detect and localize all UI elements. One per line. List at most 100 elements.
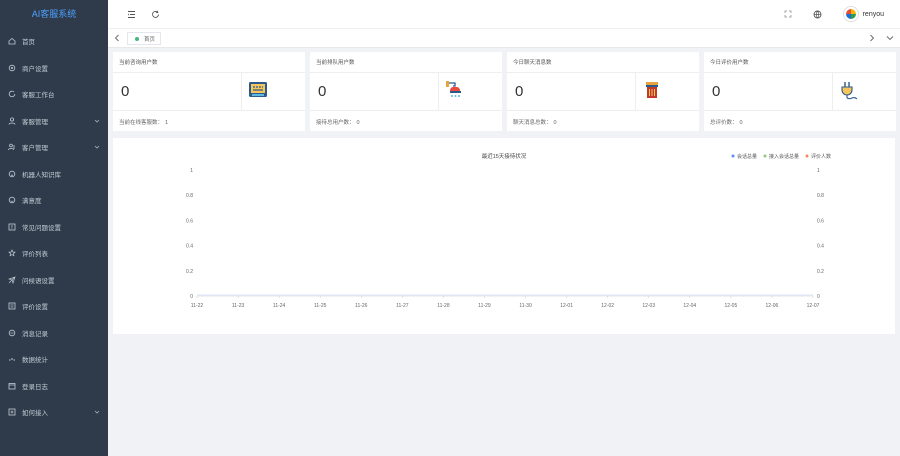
- sidebar-item-label: 评价列表: [22, 251, 48, 259]
- stat-title: 当前排队用户数: [316, 60, 355, 66]
- list-icon: [8, 302, 16, 310]
- x-tick-label: 12-02: [601, 303, 614, 309]
- stat-value: 0: [318, 83, 327, 100]
- message-icon: [8, 329, 16, 337]
- group-icon: [8, 143, 16, 151]
- refresh-icon[interactable]: [150, 9, 160, 19]
- x-tick-label: 11-29: [478, 303, 491, 309]
- x-tick-label: 11-30: [519, 303, 532, 309]
- stat-footer-value: 0: [739, 120, 743, 126]
- sidebar-item-9[interactable]: 问候语设置: [0, 267, 108, 294]
- stat-footer: 聊天消息总数： 0: [513, 118, 557, 126]
- home-icon: [8, 37, 16, 45]
- stat-footer-label: 聊天消息总数：: [513, 120, 552, 126]
- legend-label: 会话总量: [737, 153, 757, 160]
- legend-marker: [805, 154, 809, 158]
- sidebar-item-label: 客服管理: [22, 118, 48, 126]
- globe-icon[interactable]: [812, 9, 822, 19]
- sidebar-item-4[interactable]: 客户管理: [0, 134, 108, 161]
- watering-icon: [444, 79, 466, 101]
- stat-footer-value: 0: [356, 120, 360, 126]
- chart-icon: [8, 355, 16, 363]
- reception-line-chart: 最近15天接待状况 会话总量 接入会话总量 评价人数 0 0 0.2 0.2 0.4 0.4 0.6…: [186, 152, 831, 309]
- stat-footer: 接待总用户数： 0: [316, 118, 360, 126]
- stat-footer-label: 总评价数：: [710, 120, 738, 126]
- stat-title: 今日聊天消息数: [513, 60, 552, 66]
- refresh-icon: [8, 90, 16, 98]
- divider: [704, 110, 896, 111]
- y-tick-label-left: 0.6: [186, 218, 193, 224]
- tab-home[interactable]: 首页: [127, 32, 161, 45]
- stat-footer-label: 当前在线客服数：: [119, 120, 164, 126]
- sidebar-item-label: 常见问题设置: [22, 224, 61, 232]
- app-logo[interactable]: AI客服系统: [0, 0, 108, 28]
- sidebar-item-label: 机器人知识库: [22, 171, 61, 179]
- active-dot-icon: [135, 36, 139, 41]
- divider: [438, 73, 439, 110]
- star-icon: [8, 249, 16, 257]
- username: renyou: [862, 10, 884, 18]
- sidebar-item-10[interactable]: 评价设置: [0, 293, 108, 320]
- user-icon: [8, 117, 16, 125]
- plug-icon: [838, 79, 860, 101]
- menu-fold-icon[interactable]: [126, 9, 136, 19]
- legend-label: 评价人数: [811, 153, 831, 160]
- sidebar-item-11[interactable]: 消息记录: [0, 320, 108, 347]
- sidebar-item-3[interactable]: 客服管理: [0, 108, 108, 135]
- sidebar-item-label: 登录日志: [22, 383, 48, 391]
- sidebar-item-13[interactable]: 登录日志: [0, 373, 108, 400]
- sidebar-item-7[interactable]: 常见问题设置: [0, 214, 108, 241]
- divider: [113, 110, 305, 111]
- fullscreen-icon[interactable]: [783, 9, 793, 19]
- sidebar: AI客服系统 首页 商户设置 客服工作台客服管理客户管理机器人知识库 满意度常见问题设…: [0, 0, 108, 456]
- legend-label: 接入会话总量: [769, 153, 799, 160]
- sidebar-item-5[interactable]: 机器人知识库: [0, 161, 108, 188]
- y-tick-label-left: 0.8: [186, 193, 193, 199]
- x-tick-label: 11-28: [437, 303, 450, 309]
- chevron-down-icon: [94, 119, 100, 123]
- y-tick-label-right: 1: [817, 168, 820, 174]
- tab-dropdown-icon[interactable]: [886, 35, 894, 43]
- sidebar-item-8[interactable]: 评价列表: [0, 240, 108, 267]
- divider: [635, 73, 636, 110]
- y-tick-label-left: 0: [190, 294, 193, 300]
- sidebar-item-label: 满意度: [22, 198, 42, 206]
- tab-scroll-left-icon[interactable]: [114, 34, 120, 44]
- chat-bubble-icon: [247, 79, 269, 101]
- stat-title: 当前咨询用户数: [119, 60, 158, 66]
- x-tick-label: 12-03: [642, 303, 655, 309]
- x-tick-label: 11-26: [355, 303, 368, 309]
- x-tick-label: 12-06: [766, 303, 779, 309]
- sidebar-item-6[interactable]: 满意度: [0, 187, 108, 214]
- x-tick-label: 11-25: [314, 303, 327, 309]
- sidebar-item-2[interactable]: 客服工作台: [0, 81, 108, 108]
- stat-footer-value: 1: [165, 120, 169, 126]
- stat-footer-value: 0: [553, 120, 557, 126]
- x-tick-label: 12-07: [807, 303, 820, 309]
- divider: [507, 72, 699, 73]
- stat-value: 0: [121, 83, 130, 100]
- chart-title: 最近15天接待状况: [482, 152, 527, 160]
- smile-icon: [8, 196, 16, 204]
- sidebar-item-12[interactable]: 数据统计: [0, 346, 108, 373]
- stat-value: 0: [515, 83, 524, 100]
- stat-card-queue: 当前排队用户数 0 接待总用户数： 0: [310, 52, 502, 131]
- sidebar-item-0[interactable]: 首页: [0, 28, 108, 55]
- divider: [310, 110, 502, 111]
- sidebar-item-14[interactable]: 如何接入: [0, 399, 108, 426]
- user-menu[interactable]: renyou: [843, 7, 884, 21]
- stat-card-evaluations: 今日评价用户数 0 总评价数： 0: [704, 52, 896, 131]
- legend-marker: [731, 154, 735, 158]
- y-tick-label-right: 0.2: [817, 269, 824, 275]
- sidebar-item-label: 如何接入: [22, 410, 48, 418]
- sidebar-item-1[interactable]: 商户设置: [0, 55, 108, 82]
- y-tick-label-right: 0.6: [817, 218, 824, 224]
- tab-label: 首页: [144, 36, 156, 43]
- y-tick-label-right: 0: [817, 294, 820, 300]
- question-icon: [8, 223, 16, 231]
- tab-scroll-right-icon[interactable]: [869, 34, 875, 44]
- x-tick-label: 12-04: [683, 303, 696, 309]
- stat-footer: 总评价数： 0: [710, 118, 743, 126]
- reception-chart-panel: 最近15天接待状况 会话总量 接入会话总量 评价人数 0 0 0.2 0.2 0.4 0.4 0.6…: [113, 138, 895, 334]
- y-tick-label-right: 0.8: [817, 193, 824, 199]
